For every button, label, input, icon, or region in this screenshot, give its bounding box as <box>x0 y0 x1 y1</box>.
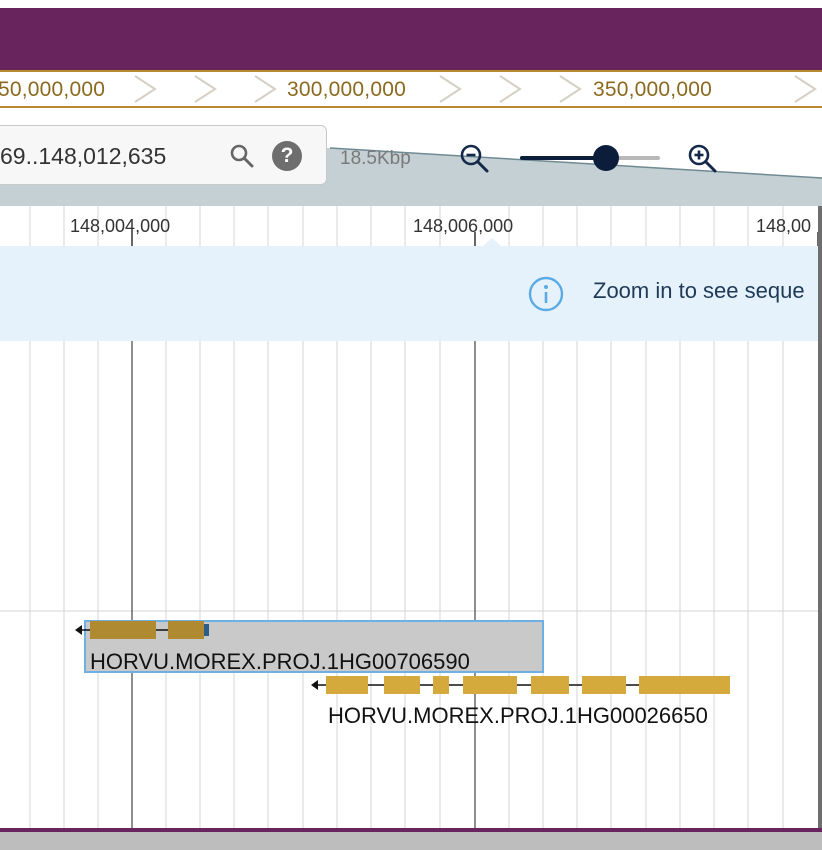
exon <box>433 676 449 694</box>
track-gridlines <box>0 341 822 828</box>
exon <box>326 676 368 694</box>
zoom-out-icon[interactable] <box>458 142 490 174</box>
info-icon <box>528 276 564 312</box>
overview-label: 50,000,000 <box>0 78 106 101</box>
info-message-text: Zoom in to see seque <box>593 278 805 303</box>
bottom-scroll-area[interactable] <box>0 832 822 850</box>
location-input[interactable]: 69..148,012,635 <box>0 143 166 170</box>
exon <box>639 676 730 694</box>
gene-glyph-1[interactable] <box>70 618 220 642</box>
scale-tick-label: 148,006,000 <box>413 216 514 236</box>
track-area[interactable] <box>0 341 822 828</box>
info-bar-pointer <box>483 238 501 348</box>
zoom-slider-thumb[interactable] <box>593 145 619 171</box>
gene-label[interactable]: HORVU.MOREX.PROJ.1HG00706590 <box>90 649 470 675</box>
overview-ruler[interactable]: 50,000,000 300,000,000 350,000,000 <box>0 70 822 108</box>
scale-tick-label: 148,00 <box>756 216 812 236</box>
right-edge-border <box>818 206 822 832</box>
bp-width-label: 18.5Kbp <box>340 148 411 169</box>
scale-tick-label: 148,004,000 <box>70 216 171 236</box>
overview-label: 350,000,000 <box>593 78 712 101</box>
help-icon[interactable]: ? <box>272 141 302 171</box>
zoom-in-icon[interactable] <box>686 142 718 174</box>
overview-label: 300,000,000 <box>287 78 406 101</box>
gene-label[interactable]: HORVU.MOREX.PROJ.1HG00026650 <box>328 703 708 729</box>
exon <box>168 621 204 639</box>
exon <box>582 676 626 694</box>
top-header-bar <box>0 8 822 70</box>
exon <box>384 676 420 694</box>
scale-bar: 148,004,000 148,006,000 148,00 <box>0 206 822 246</box>
exon <box>463 676 517 694</box>
gene-glyph-2[interactable] <box>306 673 736 697</box>
search-icon[interactable] <box>228 142 256 170</box>
exon <box>90 621 156 639</box>
exon <box>531 676 569 694</box>
